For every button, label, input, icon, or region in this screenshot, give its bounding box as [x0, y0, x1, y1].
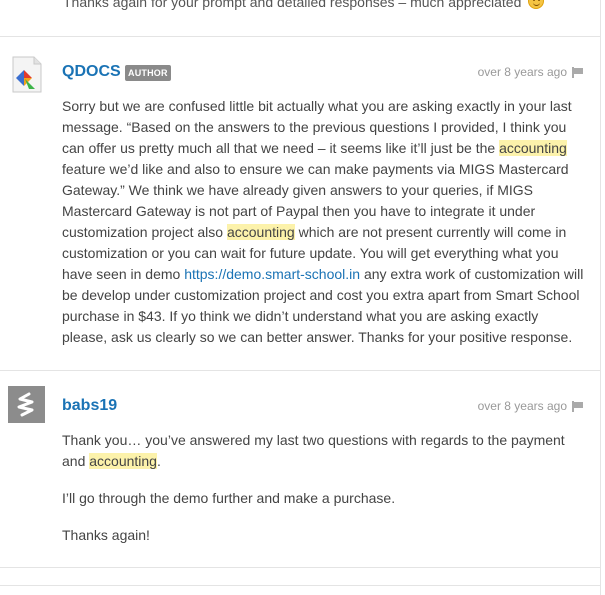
previous-reply-text: Thanks again for your prompt and detaile… — [63, 0, 545, 10]
flag-icon[interactable] — [572, 66, 583, 78]
author-name-link[interactable]: babs19 — [62, 397, 117, 415]
author-badge: AUTHOR — [125, 65, 171, 81]
reply-content: Sorry but we are confused little bit act… — [62, 96, 587, 364]
reply-paragraph: Sorry but we are confused little bit act… — [62, 98, 584, 345]
reply-timestamp[interactable]: over 8 years ago — [478, 399, 567, 413]
reply-paragraph: Thank you… you’ve answered my last two q… — [62, 432, 565, 469]
babs19-avatar[interactable] — [8, 386, 45, 423]
author-name-link[interactable]: QDOCS — [62, 63, 121, 81]
qdocs-avatar[interactable] — [8, 56, 45, 93]
search-highlight: accounting — [499, 140, 567, 156]
demo-link[interactable]: https://demo.smart-school.in — [184, 266, 360, 282]
reply-item: babs19 over 8 years ago Thank you… you’v… — [0, 371, 600, 568]
reply-paragraph: Thanks again! — [62, 527, 150, 543]
reply-meta: over 8 years ago — [478, 399, 583, 413]
reply-content: Thank you… you’ve answered my last two q… — [62, 430, 587, 562]
previous-reply-snippet: Thanks again for your prompt and detaile… — [0, 0, 600, 37]
reply-meta: over 8 years ago — [478, 65, 583, 79]
flag-icon[interactable] — [572, 400, 583, 412]
scroll-edge — [600, 0, 605, 595]
next-reply-box — [0, 585, 600, 595]
search-highlight: accounting — [89, 453, 157, 469]
reply-timestamp[interactable]: over 8 years ago — [478, 65, 567, 79]
reply-paragraph: I’ll go through the demo further and mak… — [62, 490, 396, 506]
smiley-emoji-icon — [528, 0, 545, 9]
search-highlight: accounting — [226, 224, 295, 240]
reply-item: QDOCS AUTHOR over 8 years ago Sorry but … — [0, 37, 600, 371]
